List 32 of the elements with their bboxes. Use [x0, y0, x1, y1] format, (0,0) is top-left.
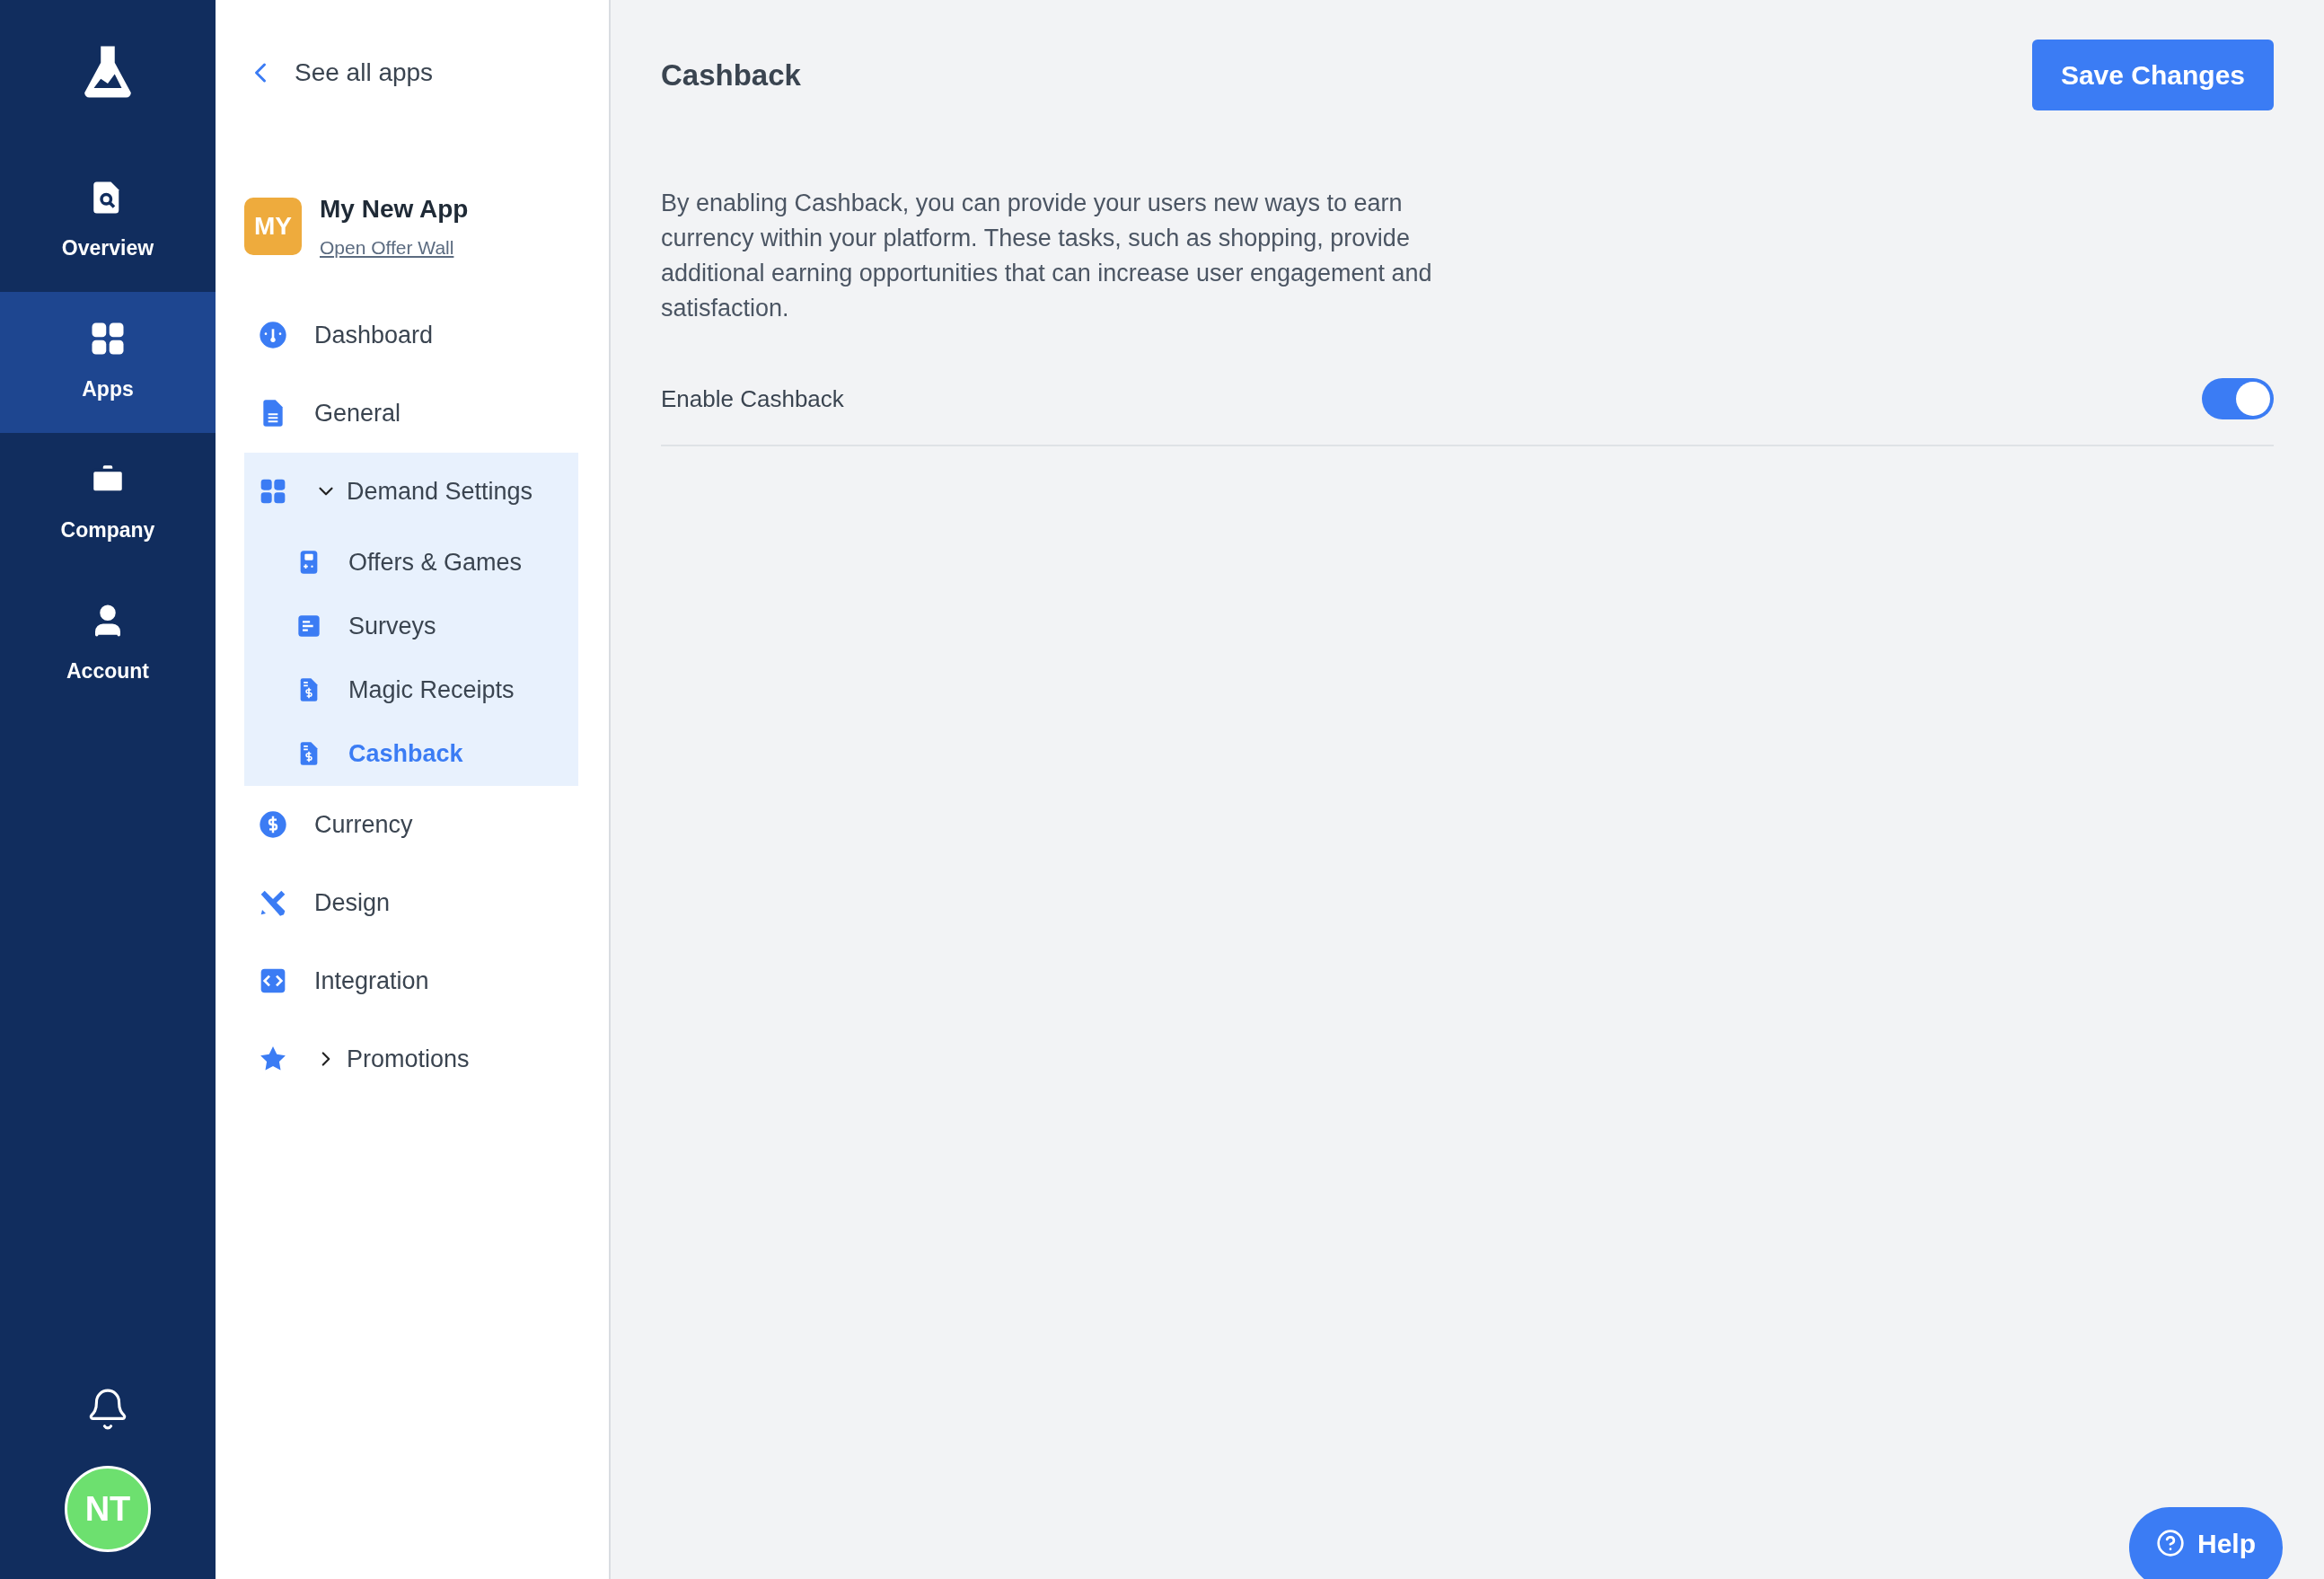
rail-item[interactable]: Account	[0, 574, 216, 715]
help-icon	[2156, 1529, 2185, 1557]
back-link[interactable]: See all apps	[244, 54, 434, 92]
form-icon	[296, 613, 321, 639]
nav-item[interactable]: Dashboard	[244, 296, 580, 375]
star-icon	[259, 1045, 287, 1073]
nav-item[interactable]: Currency	[244, 785, 580, 864]
gauge-icon	[259, 321, 287, 349]
nav-item[interactable]: Promotions	[244, 1019, 580, 1098]
app-name: My New App	[320, 194, 469, 225]
dollar-coin-icon	[259, 810, 287, 839]
nav-item[interactable]: Magic Receipts	[244, 657, 578, 722]
nav-item[interactable]: Integration	[244, 941, 580, 1020]
rail-item[interactable]: Company	[0, 433, 216, 574]
pencil-ruler-icon	[259, 888, 287, 917]
app-badge: MY	[244, 197, 302, 255]
rail-item[interactable]: Overview	[0, 151, 216, 292]
grid-icon	[259, 477, 287, 506]
setting-label: Enable Cashback	[661, 384, 844, 414]
page-title: Cashback	[661, 57, 801, 93]
code-icon	[259, 966, 287, 995]
description-text: By enabling Cashback, you can provide your users new ways to earn currency within your platform. These tasks, such as shopping, provide additional earning opportunities that can increase user engagement and satisfaction.	[661, 189, 1433, 323]
open-offer-wall-link[interactable]: Open Offer Wall	[320, 234, 469, 262]
help-button[interactable]: Help	[2129, 1507, 2283, 1579]
save-changes-button[interactable]: Save Changes	[2031, 40, 2274, 110]
nav-item[interactable]: Offers & Games	[244, 530, 578, 595]
nav-item[interactable]: Demand Settings	[244, 452, 578, 531]
nav-item[interactable]: Surveys	[244, 594, 578, 658]
nav-item[interactable]: General	[244, 374, 580, 453]
nav-item[interactable]: Design	[244, 863, 580, 942]
toggle-switch[interactable]	[2202, 378, 2274, 419]
rail-item[interactable]: Apps	[0, 292, 216, 433]
